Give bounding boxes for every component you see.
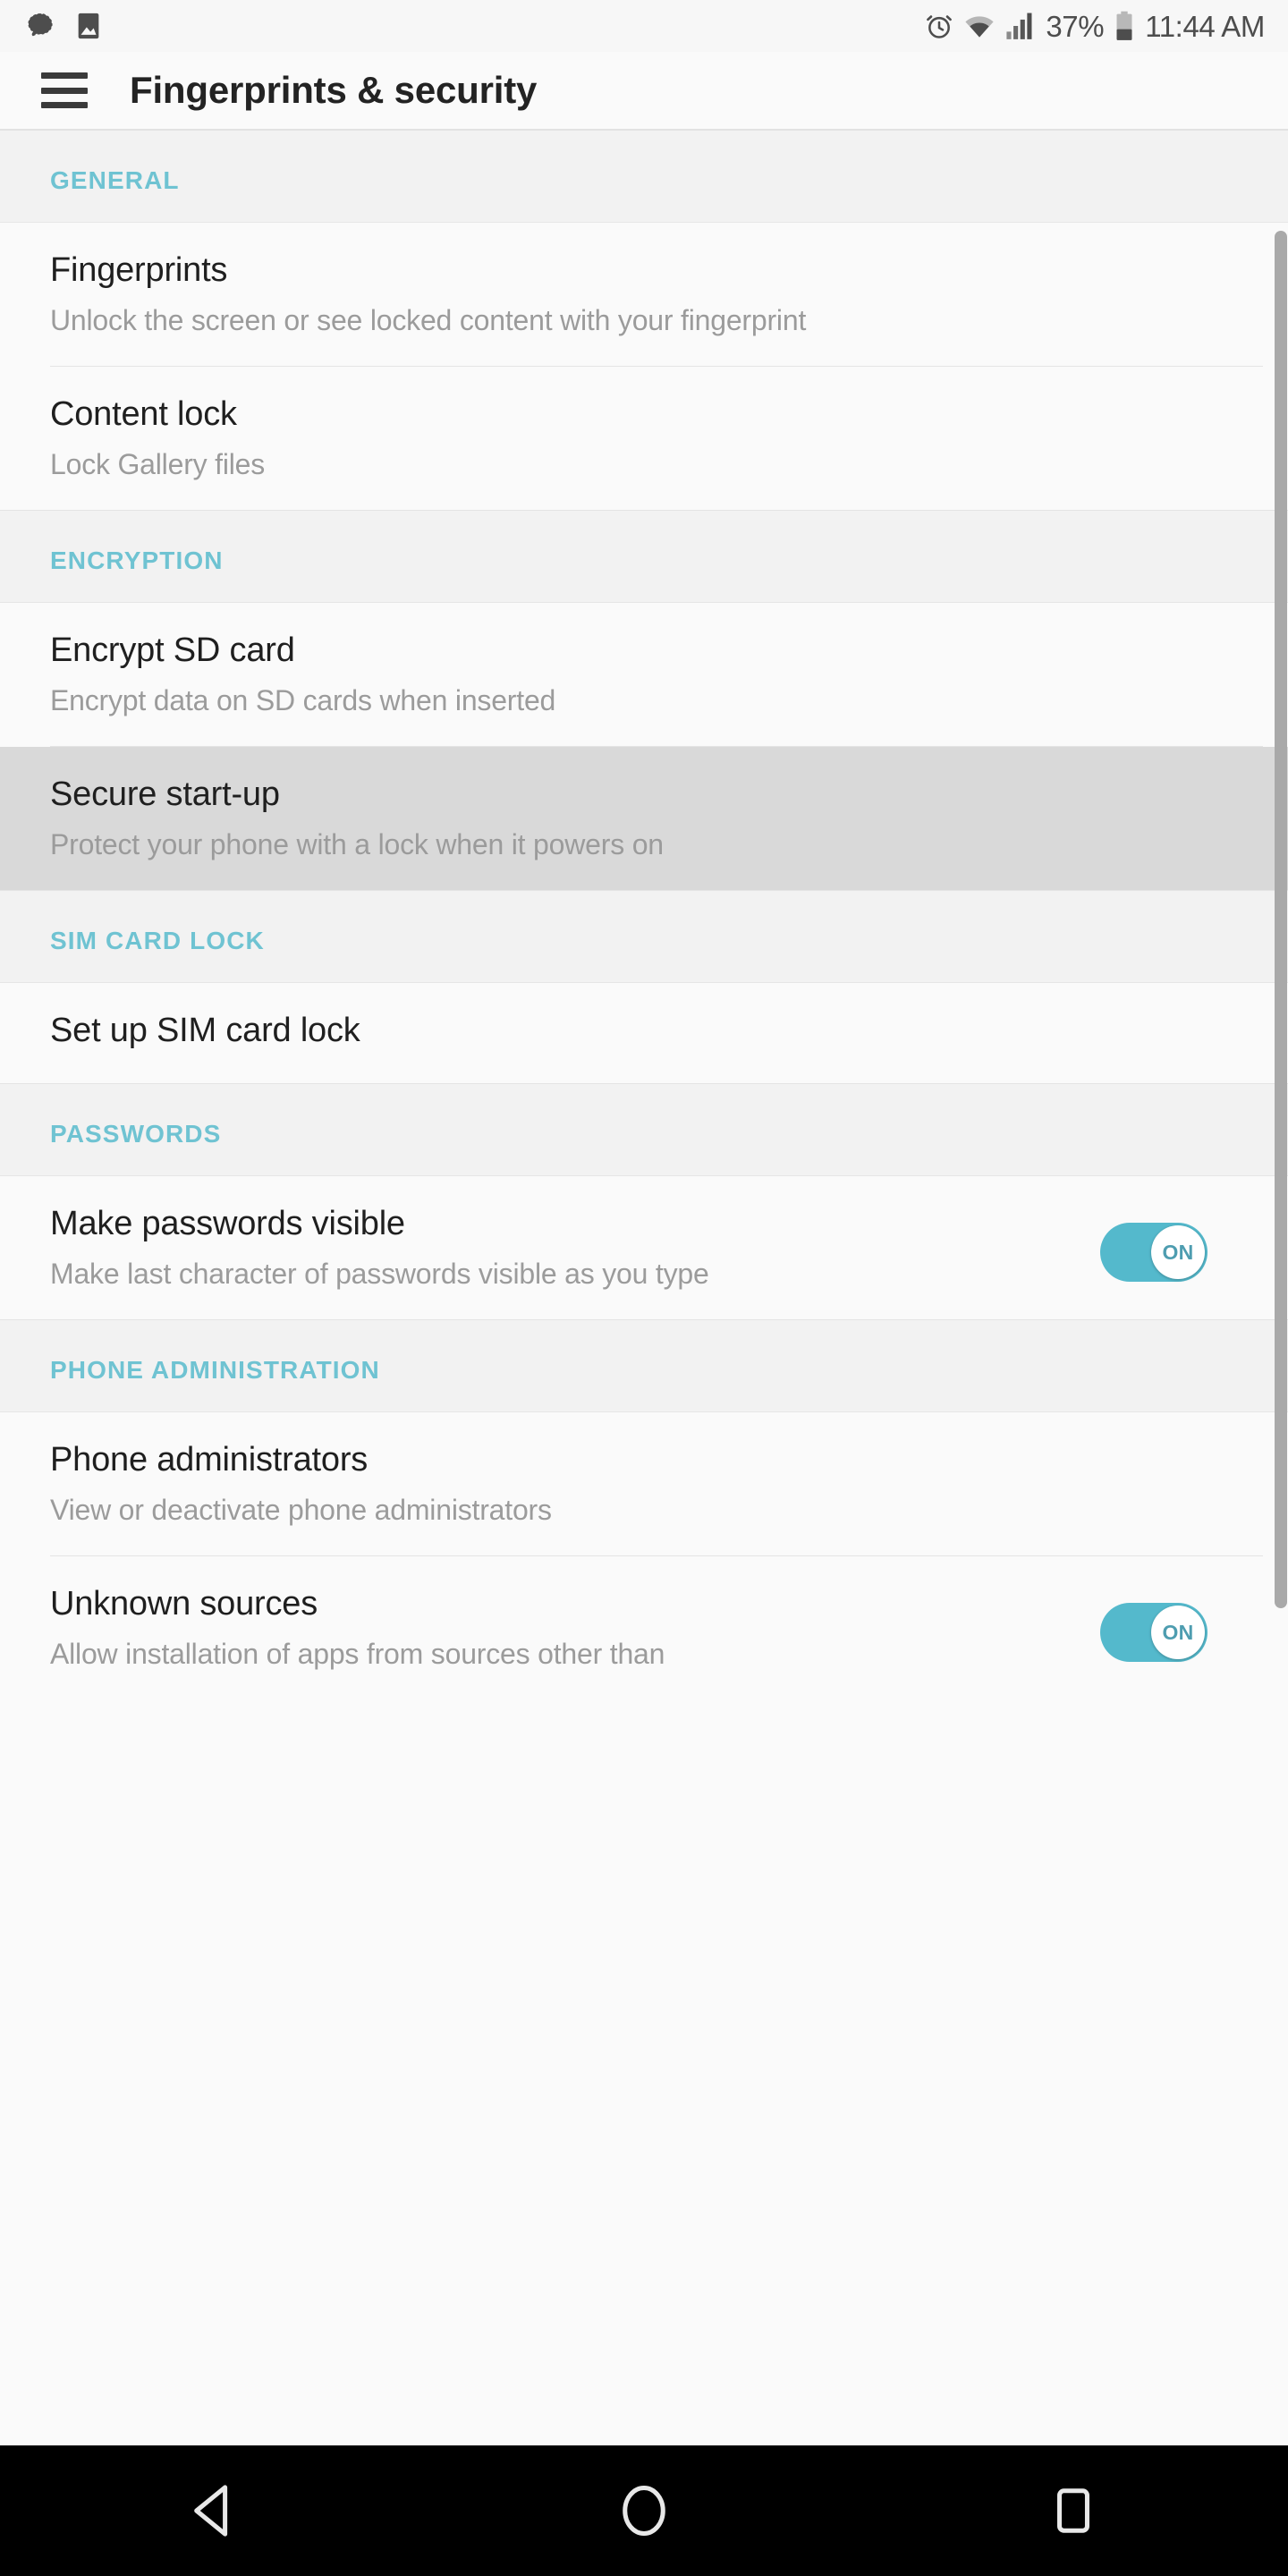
settings-row-text: Phone administrators View or deactivate p… [50, 1439, 1079, 1529]
settings-row-subtitle: Lock Gallery files [50, 447, 266, 480]
settings-row-title: Unknown sources [50, 1585, 318, 1623]
signal-bars-icon [1005, 12, 1036, 40]
settings-row-subtitle: View or deactivate phone administrators [50, 1493, 552, 1526]
photo-icon [75, 11, 102, 41]
scrollbar-thumb[interactable] [1275, 231, 1287, 1608]
wifi-icon [963, 13, 996, 39]
section-header: GENERAL [0, 131, 1288, 223]
settings-toggle-switch[interactable]: ON [1100, 1603, 1208, 1663]
settings-row-title: Phone administrators [50, 1441, 369, 1479]
navigation-bar [0, 2445, 1288, 2576]
settings-row-subtitle: Unlock the screen or see locked content … [50, 303, 807, 336]
status-bar: 37% 11:44 AM [0, 0, 1288, 52]
section-header: PHONE ADMINISTRATION [0, 1320, 1288, 1413]
settings-row[interactable]: Phone administrators View or deactivate p… [0, 1412, 1288, 1556]
toggle-knob: ON [1151, 1606, 1205, 1660]
status-bar-right-icons: 37% 11:44 AM [925, 11, 1265, 41]
chat-bubble-icon [25, 11, 55, 41]
alarm-clock-icon [925, 12, 953, 40]
battery-percent-label: 37% [1046, 9, 1105, 43]
settings-row-subtitle: Make last character of passwords visible… [50, 1257, 709, 1290]
settings-row-text: Secure start-up Protect your phone with a… [50, 774, 1079, 863]
settings-scroll-area[interactable]: GENERAL Fingerprints Unlock the screen or … [0, 131, 1288, 2445]
home-circle-icon[interactable] [564, 2445, 724, 2576]
settings-group: Encrypt SD card Encrypt data on SD cards … [0, 603, 1288, 891]
scrollbar-track[interactable] [1274, 131, 1288, 2445]
settings-row-subtitle: Allow installation of apps from sources … [50, 1637, 665, 1670]
section-header-label: SIM CARD LOCK [50, 927, 265, 955]
toggle-state-label: ON [1162, 1620, 1194, 1644]
settings-list: GENERAL Fingerprints Unlock the screen or … [0, 131, 1288, 1700]
settings-row-subtitle: Encrypt data on SD cards when inserted [50, 683, 556, 716]
section-header: PASSWORDS [0, 1084, 1288, 1177]
toggle-knob: ON [1151, 1225, 1205, 1280]
recents-square-icon[interactable] [993, 2445, 1154, 2576]
section-header-label: GENERAL [50, 166, 180, 194]
settings-row-title: Encrypt SD card [50, 631, 295, 670]
section-header-label: PASSWORDS [50, 1120, 222, 1148]
settings-row-title: Content lock [50, 395, 237, 434]
hamburger-menu-icon[interactable] [41, 72, 88, 108]
settings-row[interactable]: Encrypt SD card Encrypt data on SD cards … [0, 603, 1288, 747]
settings-row-text: Content lock Lock Gallery files [50, 394, 1079, 483]
settings-row-subtitle: Protect your phone with a lock when it p… [50, 827, 664, 860]
settings-row-title: Fingerprints [50, 251, 228, 289]
settings-row[interactable]: Secure start-up Protect your phone with a… [0, 747, 1288, 891]
section-header-label: PHONE ADMINISTRATION [50, 1356, 380, 1385]
settings-row-text: Encrypt SD card Encrypt data on SD cards … [50, 630, 1079, 719]
section-header-label: ENCRYPTION [50, 547, 224, 575]
clock-label: 11:44 AM [1145, 9, 1265, 43]
settings-row-text: Set up SIM card lock [50, 1010, 1079, 1053]
settings-row-text: Fingerprints Unlock the screen or see loc… [50, 250, 1079, 339]
settings-row-title: Make passwords visible [50, 1205, 405, 1243]
settings-row[interactable]: Set up SIM card lock [0, 983, 1288, 1084]
settings-toggle-switch[interactable]: ON [1100, 1223, 1208, 1283]
section-header: SIM CARD LOCK [0, 891, 1288, 984]
battery-icon [1114, 11, 1135, 41]
settings-group: Set up SIM card lock [0, 983, 1288, 1084]
settings-group: Fingerprints Unlock the screen or see loc… [0, 223, 1288, 511]
settings-row[interactable]: Content lock Lock Gallery files [0, 367, 1288, 511]
settings-row-title: Secure start-up [50, 775, 280, 814]
settings-row-text: Make passwords visible Make last characte… [50, 1203, 1079, 1292]
settings-group: Phone administrators View or deactivate p… [0, 1412, 1288, 1700]
settings-row[interactable]: Unknown sources Allow installation of app… [0, 1556, 1288, 1700]
settings-group: Make passwords visible Make last characte… [0, 1176, 1288, 1320]
settings-row-title: Set up SIM card lock [50, 1012, 360, 1050]
settings-row[interactable]: Make passwords visible Make last characte… [0, 1176, 1288, 1320]
back-triangle-icon[interactable] [134, 2445, 295, 2576]
status-bar-left-icons [25, 11, 102, 41]
settings-row[interactable]: Fingerprints Unlock the screen or see loc… [0, 223, 1288, 367]
settings-row-text: Unknown sources Allow installation of app… [50, 1583, 1079, 1673]
section-header: ENCRYPTION [0, 511, 1288, 604]
toggle-state-label: ON [1162, 1240, 1194, 1264]
page-title: Fingerprints & security [130, 69, 538, 111]
app-bar: Fingerprints & security [0, 52, 1288, 131]
